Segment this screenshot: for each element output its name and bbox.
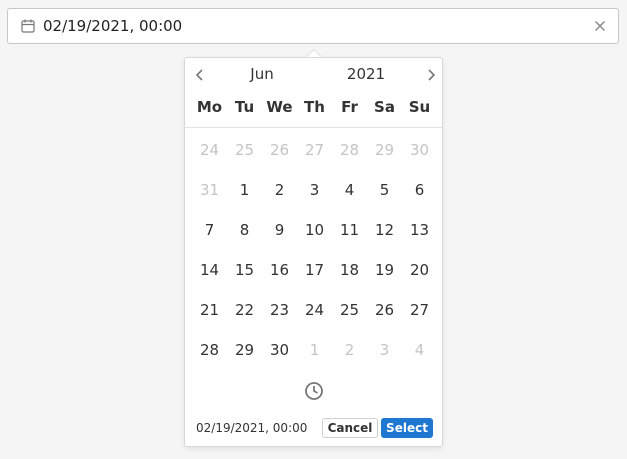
weekday-label: Tu [234, 98, 255, 116]
calendar-day[interactable]: 21 [192, 290, 227, 330]
calendar-day[interactable]: 4 [332, 170, 367, 210]
weekday-label: Sa [374, 98, 395, 116]
weekday-header: Mo Tu We Th Fr Sa Su [192, 98, 437, 116]
calendar-day[interactable]: 11 [332, 210, 367, 250]
calendar-day[interactable]: 24 [297, 290, 332, 330]
calendar-day-outside-month[interactable]: 26 [262, 130, 297, 170]
calendar-day[interactable]: 23 [262, 290, 297, 330]
calendar-day[interactable]: 16 [262, 250, 297, 290]
calendar-day[interactable]: 18 [332, 250, 367, 290]
calendar-day[interactable]: 17 [297, 250, 332, 290]
calendar-day[interactable]: 30 [262, 330, 297, 370]
clock-icon[interactable] [304, 381, 324, 401]
calendar-week-row: 31 1 2 3 4 5 6 [192, 170, 437, 210]
calendar-day[interactable]: 29 [227, 330, 262, 370]
calendar-icon [21, 19, 35, 33]
popup-arrow-fill [307, 50, 321, 57]
selected-datetime-preview: 02/19/2021, 00:00 [196, 421, 308, 435]
calendar-day[interactable]: 20 [402, 250, 437, 290]
calendar-day[interactable]: 8 [227, 210, 262, 250]
calendar-day-outside-month[interactable]: 24 [192, 130, 227, 170]
calendar-day[interactable]: 14 [192, 250, 227, 290]
calendar-day[interactable]: 26 [367, 290, 402, 330]
calendar-day-outside-month[interactable]: 30 [402, 130, 437, 170]
day-grid: 24 25 26 27 28 29 30 31 1 2 3 4 5 6 7 8 9 10 11 12 13 14 15 16 1… [192, 130, 437, 370]
calendar-day[interactable]: 28 [192, 330, 227, 370]
calendar-day[interactable]: 27 [402, 290, 437, 330]
calendar-day-outside-month[interactable]: 28 [332, 130, 367, 170]
calendar-week-row: 14 15 16 17 18 19 20 [192, 250, 437, 290]
calendar-week-row: 24 25 26 27 28 29 30 [192, 130, 437, 170]
weekday-label: Su [408, 98, 431, 116]
calendar-day-outside-month[interactable]: 1 [297, 330, 332, 370]
calendar-day[interactable]: 2 [262, 170, 297, 210]
cancel-button[interactable]: Cancel [322, 418, 378, 438]
calendar-day-outside-month[interactable]: 31 [192, 170, 227, 210]
header-divider [185, 127, 442, 128]
close-icon[interactable] [594, 20, 606, 32]
calendar-day[interactable]: 7 [192, 210, 227, 250]
calendar-week-row: 28 29 30 1 2 3 4 [192, 330, 437, 370]
month-selector[interactable]: Jun [235, 65, 289, 83]
select-button[interactable]: Select [381, 418, 433, 438]
datetime-input-value: 02/19/2021, 00:00 [43, 17, 183, 35]
calendar-popup: Jun 2021 Mo Tu We Th Fr Sa Su 24 25 26 27 28… [184, 49, 443, 447]
weekday-label: We [266, 98, 293, 116]
datetime-input[interactable]: 02/19/2021, 00:00 [7, 8, 619, 44]
calendar-day-outside-month[interactable]: 2 [332, 330, 367, 370]
calendar-day[interactable]: 22 [227, 290, 262, 330]
calendar-day[interactable]: 1 [227, 170, 262, 210]
chevron-left-icon[interactable] [191, 66, 209, 84]
weekday-label: Mo [196, 98, 223, 116]
calendar-day-outside-month[interactable]: 27 [297, 130, 332, 170]
calendar-day[interactable]: 19 [367, 250, 402, 290]
calendar-day[interactable]: 12 [367, 210, 402, 250]
calendar-week-row: 7 8 9 10 11 12 13 [192, 210, 437, 250]
calendar-day[interactable]: 13 [402, 210, 437, 250]
calendar-day-outside-month[interactable]: 3 [367, 330, 402, 370]
chevron-right-icon[interactable] [422, 66, 440, 84]
calendar-day[interactable]: 5 [367, 170, 402, 210]
weekday-label: Th [304, 98, 325, 116]
calendar-day[interactable]: 3 [297, 170, 332, 210]
year-selector[interactable]: 2021 [339, 65, 393, 83]
calendar-day-outside-month[interactable]: 25 [227, 130, 262, 170]
calendar-day[interactable]: 10 [297, 210, 332, 250]
calendar-day[interactable]: 9 [262, 210, 297, 250]
weekday-label: Fr [341, 98, 358, 116]
calendar-day[interactable]: 15 [227, 250, 262, 290]
calendar-week-row: 21 22 23 24 25 26 27 [192, 290, 437, 330]
calendar-day[interactable]: 6 [402, 170, 437, 210]
calendar-day-outside-month[interactable]: 4 [402, 330, 437, 370]
calendar-day[interactable]: 25 [332, 290, 367, 330]
calendar-day-outside-month[interactable]: 29 [367, 130, 402, 170]
